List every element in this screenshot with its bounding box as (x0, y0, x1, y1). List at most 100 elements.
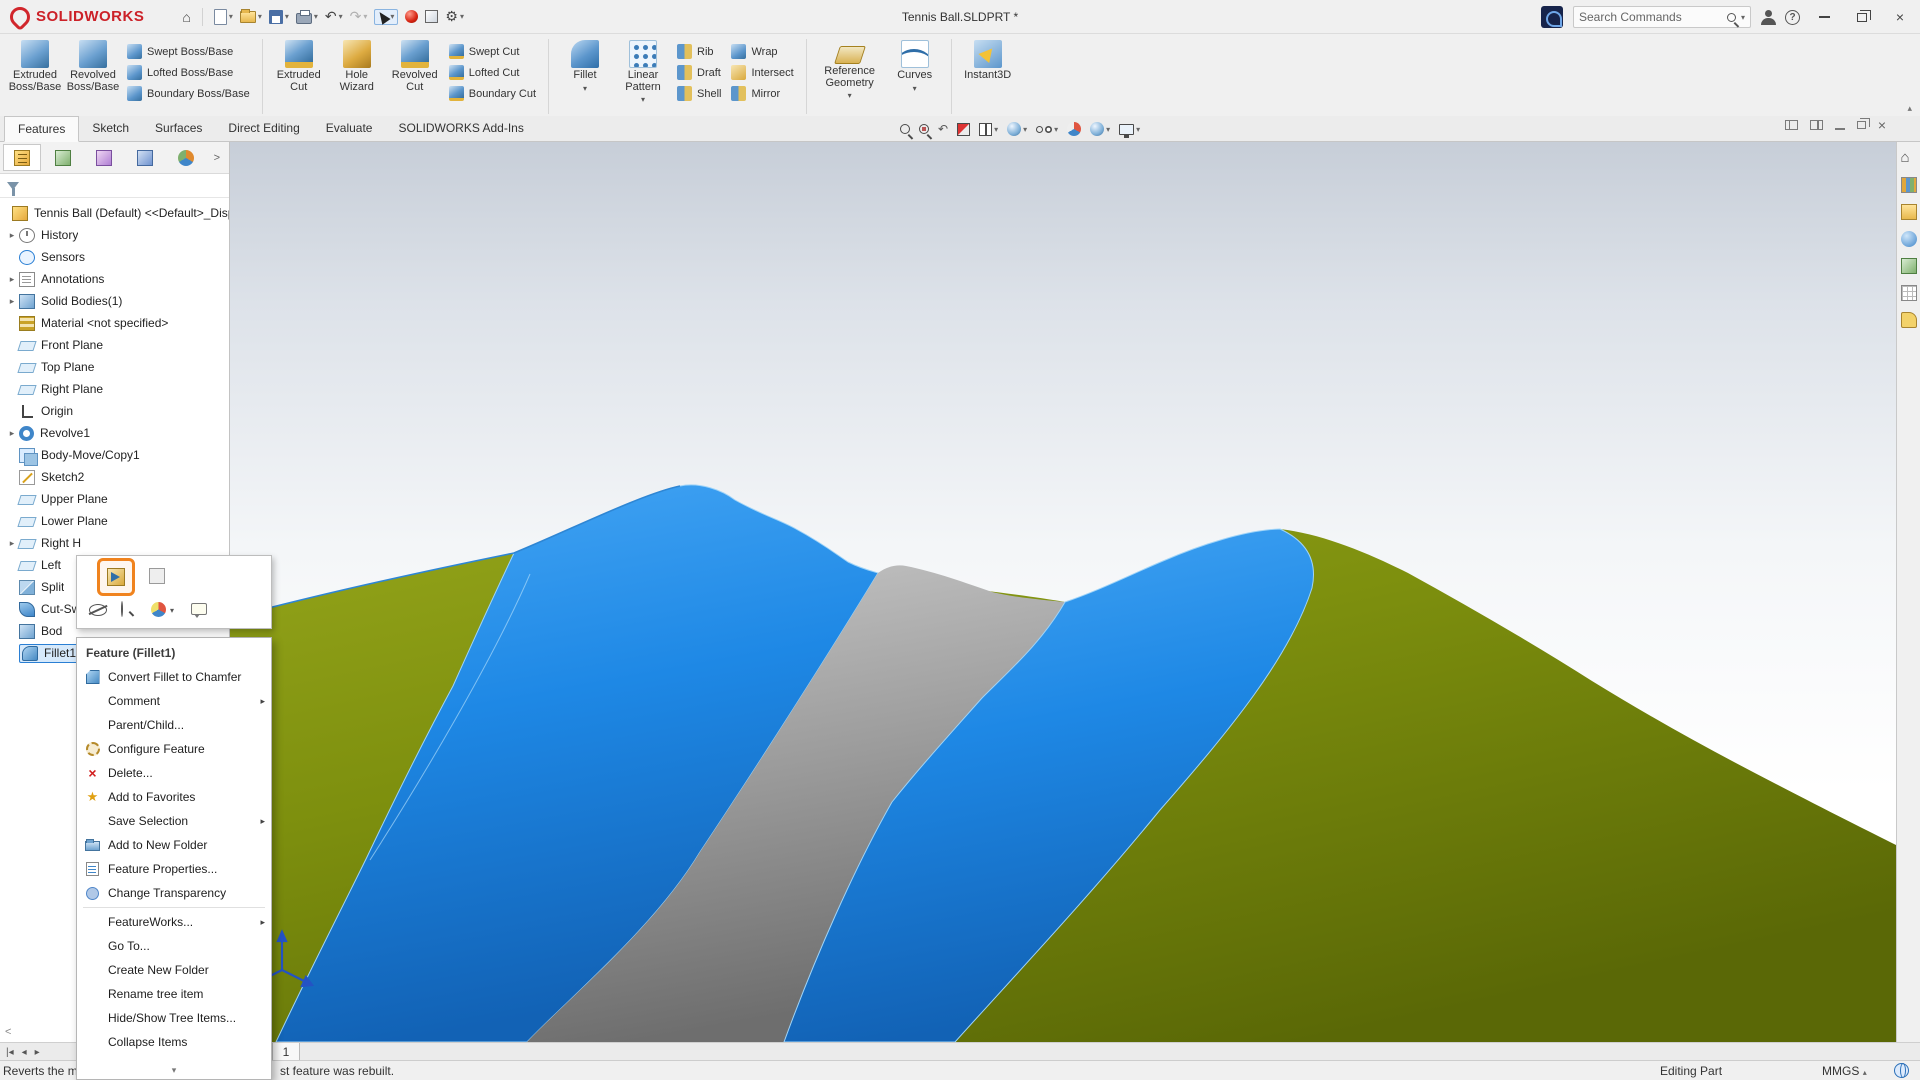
zoom-to-selection-icon[interactable] (121, 602, 123, 616)
doc-minimize-icon[interactable] (1835, 128, 1845, 130)
box-tool-button[interactable] (425, 10, 438, 23)
tree-item-right-plane[interactable]: Right Plane (0, 378, 229, 400)
draft-button[interactable]: Draft (672, 62, 726, 83)
intersect-button[interactable]: Intersect (726, 62, 798, 83)
curves-button[interactable]: Curves ▾ (886, 37, 944, 93)
redo-button[interactable]: ↷▾ (350, 8, 368, 25)
lofted-cut-button[interactable]: Lofted Cut (444, 62, 541, 83)
tree-item-right-h[interactable]: ▸ Right H (0, 532, 229, 554)
tab-sketch[interactable]: Sketch (79, 116, 142, 142)
hide-icon[interactable] (89, 604, 107, 616)
dimxpert-manager-tab[interactable] (126, 144, 164, 171)
tree-filter-bar[interactable] (0, 174, 229, 198)
tab-direct-editing[interactable]: Direct Editing (215, 116, 312, 142)
view-settings-button[interactable]: ▾ (1119, 124, 1140, 135)
menu-item-hide-show-tree-items[interactable]: Hide/Show Tree Items... (77, 1006, 271, 1030)
search-commands-input[interactable]: Search Commands ▾ (1573, 6, 1751, 28)
undo-button[interactable]: ↶▾ (325, 8, 343, 25)
units-selector[interactable]: MMGS ▴ (1822, 1064, 1867, 1078)
menu-item-add-to-favorites[interactable]: ★ Add to Favorites (77, 785, 271, 809)
comment-icon[interactable] (191, 603, 207, 615)
menu-item-featureworks[interactable]: FeatureWorks... ▸ (77, 910, 271, 934)
linear-pattern-button[interactable]: Linear Pattern ▾ (614, 37, 672, 104)
task-home-icon[interactable]: ⌂ (1901, 150, 1917, 166)
rib-button[interactable]: Rib (672, 41, 726, 62)
lofted-boss-base-button[interactable]: Lofted Boss/Base (122, 62, 255, 83)
minimize-button[interactable] (1810, 5, 1838, 29)
panel-scroll-left-icon[interactable]: < (5, 1026, 11, 1038)
forum-icon[interactable] (1901, 312, 1917, 328)
instant3d-button[interactable]: Instant3D (959, 37, 1017, 82)
user-account-icon[interactable] (1761, 10, 1775, 24)
view-palette-icon[interactable] (1901, 231, 1917, 247)
reference-geometry-button[interactable]: Reference Geometry ▾ (814, 37, 886, 100)
swept-cut-button[interactable]: Swept Cut (444, 41, 541, 62)
save-button[interactable]: ▾ (269, 10, 289, 24)
tile-right-icon[interactable] (1810, 120, 1823, 130)
revolved-boss-base-button[interactable]: Revolved Boss/Base (64, 37, 122, 93)
open-button[interactable]: ▾ (240, 11, 262, 23)
hole-wizard-button[interactable]: Hole Wizard (328, 37, 386, 93)
zoom-to-area-button[interactable] (919, 124, 929, 134)
appearance-caret-icon[interactable]: ▾ (170, 606, 174, 615)
display-manager-tab[interactable] (167, 144, 205, 171)
expand-arrow-icon[interactable]: ▸ (5, 230, 19, 241)
shell-button[interactable]: Shell (672, 83, 726, 104)
previous-view-button[interactable]: ↶ (938, 122, 948, 136)
file-explorer-icon[interactable] (1901, 204, 1917, 220)
menu-item-create-new-folder[interactable]: Create New Folder (77, 958, 271, 982)
doc-close-icon[interactable]: × (1878, 120, 1886, 130)
tree-item-lower-plane[interactable]: Lower Plane (0, 510, 229, 532)
menu-expand-chevron[interactable]: ▾ (77, 1061, 271, 1079)
swept-boss-base-button[interactable]: Swept Boss/Base (122, 41, 255, 62)
options-button[interactable]: ⚙▾ (445, 8, 464, 25)
boundary-boss-base-button[interactable]: Boundary Boss/Base (122, 83, 255, 104)
tree-item-material[interactable]: Material <not specified> (0, 312, 229, 334)
menu-item-collapse-items[interactable]: Collapse Items (77, 1030, 271, 1054)
hide-show-items-button[interactable]: ▾ (1036, 125, 1058, 134)
menu-item-change-transparency[interactable]: Change Transparency (77, 881, 271, 905)
tree-item-top-plane[interactable]: Top Plane (0, 356, 229, 378)
wrap-button[interactable]: Wrap (726, 41, 798, 62)
appearance-icon[interactable] (151, 602, 166, 617)
tree-item-front-plane[interactable]: Front Plane (0, 334, 229, 356)
close-button[interactable]: × (1886, 5, 1914, 29)
tree-item-upper-plane[interactable]: Upper Plane (0, 488, 229, 510)
menu-item-configure-feature[interactable]: Configure Feature (77, 737, 271, 761)
doc-restore-icon[interactable] (1857, 121, 1866, 129)
tree-item-history[interactable]: ▸ History (0, 224, 229, 246)
tree-item-revolve1[interactable]: ▸ Revolve1 (0, 422, 229, 444)
linear-pattern-flyout-caret[interactable]: ▾ (641, 95, 645, 104)
property-manager-tab[interactable] (44, 144, 82, 171)
tree-item-sketch2[interactable]: Sketch2 (0, 466, 229, 488)
menu-item-parent-child[interactable]: Parent/Child... (77, 713, 271, 737)
revolved-cut-button[interactable]: Revolved Cut (386, 37, 444, 93)
expand-arrow-icon[interactable]: ▸ (5, 296, 19, 307)
reference-geometry-flyout-caret[interactable]: ▾ (848, 91, 852, 100)
configuration-manager-tab[interactable] (85, 144, 123, 171)
new-document-button[interactable]: ▾ (214, 9, 233, 25)
manager-tabs-overflow-chevron[interactable]: > (214, 152, 226, 164)
display-style-button[interactable]: ▾ (1007, 122, 1027, 136)
section-view-button[interactable] (957, 123, 970, 136)
tree-item-sensors[interactable]: Sensors (0, 246, 229, 268)
sphere-tool-button[interactable] (405, 10, 418, 23)
tab-surfaces[interactable]: Surfaces (142, 116, 215, 142)
tree-item-origin[interactable]: Origin (0, 400, 229, 422)
zoom-to-fit-button[interactable] (900, 124, 910, 134)
first-tab-icon[interactable]: |◂ (6, 1047, 14, 1058)
graphics-area[interactable] (230, 142, 1896, 1042)
custom-properties-icon[interactable] (1901, 285, 1917, 301)
menu-item-feature-properties[interactable]: Feature Properties... (77, 857, 271, 881)
extruded-boss-base-button[interactable]: Extruded Boss/Base (6, 37, 64, 93)
fillet-flyout-caret[interactable]: ▾ (583, 84, 587, 93)
search-caret-icon[interactable]: ▾ (1741, 13, 1745, 22)
expand-arrow-icon[interactable]: ▸ (5, 274, 19, 285)
edit-feature-icon[interactable] (107, 568, 125, 586)
curves-flyout-caret[interactable]: ▾ (913, 84, 917, 93)
select-tool-button[interactable]: ▾ (374, 9, 398, 25)
3dexperience-icon[interactable] (1541, 6, 1563, 28)
tab-solidworks-add-ins[interactable]: SOLIDWORKS Add-Ins (385, 116, 536, 142)
apply-scene-button[interactable]: ▾ (1090, 122, 1110, 136)
menu-item-convert-fillet-to-chamfer[interactable]: Convert Fillet to Chamfer (77, 665, 271, 689)
